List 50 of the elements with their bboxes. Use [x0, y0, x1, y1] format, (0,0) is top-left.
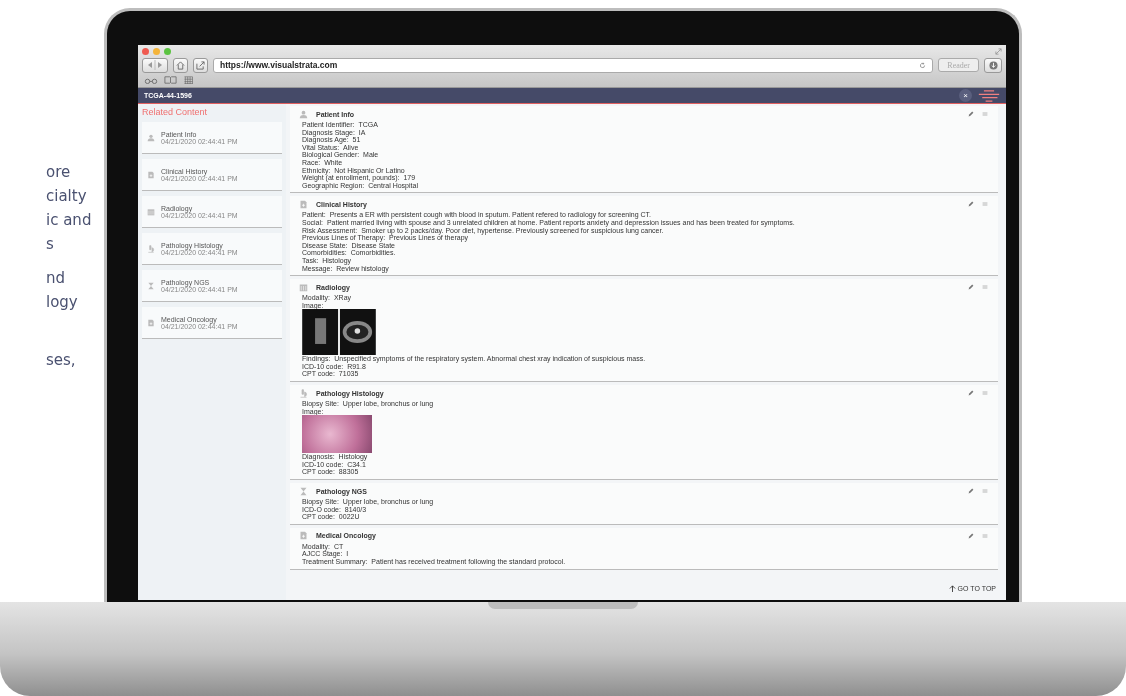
promo-text-fragment: ses,	[46, 350, 76, 371]
document-icon	[299, 531, 308, 541]
sidebar-heading: Related Content	[142, 107, 209, 117]
edit-icon[interactable]	[968, 284, 974, 291]
hourglass-icon	[299, 486, 308, 496]
promo-text-fragment: logy	[46, 292, 78, 313]
fullscreen-icon[interactable]	[995, 47, 1002, 55]
person-icon	[299, 109, 308, 119]
building-icon	[299, 282, 308, 292]
edit-icon[interactable]	[968, 532, 974, 539]
home-button[interactable]	[173, 57, 188, 73]
download-icon	[988, 60, 998, 70]
reload-icon[interactable]	[919, 61, 927, 69]
download-button[interactable]	[984, 57, 1002, 73]
edit-icon[interactable]	[968, 488, 974, 495]
promo-text-fragment: cialty	[46, 186, 87, 207]
microscope-icon	[147, 244, 155, 253]
document-icon	[299, 199, 308, 209]
address-field[interactable]: https://www.visualstrata.com	[213, 57, 934, 73]
edit-icon[interactable]	[968, 390, 974, 397]
list-icon[interactable]	[982, 284, 988, 291]
document-icon	[147, 318, 155, 327]
hourglass-icon	[147, 281, 155, 290]
list-icon[interactable]	[982, 532, 988, 539]
document-icon	[147, 170, 155, 179]
zoom-window-icon[interactable]	[164, 47, 171, 55]
building-icon	[147, 207, 155, 216]
promo-text-fragment: ore	[46, 162, 71, 183]
close-window-icon[interactable]	[142, 47, 149, 55]
minimize-window-icon[interactable]	[153, 47, 160, 55]
close-button[interactable]: ×	[959, 89, 972, 102]
edit-icon[interactable]	[968, 201, 974, 208]
book-icon[interactable]	[164, 76, 177, 84]
glasses-icon[interactable]	[144, 76, 158, 84]
list-icon[interactable]	[982, 201, 988, 208]
list-icon[interactable]	[982, 111, 988, 117]
edit-icon[interactable]	[968, 111, 974, 117]
person-icon	[147, 133, 155, 142]
menu-icon[interactable]	[978, 89, 1000, 102]
share-button[interactable]	[193, 57, 208, 73]
back-forward-button[interactable]	[142, 57, 168, 73]
promo-text-fragment: nd	[46, 268, 66, 289]
list-icon[interactable]	[982, 390, 988, 397]
tissue-image-placeholder	[302, 415, 372, 454]
promo-text-fragment: ic and	[46, 210, 92, 231]
microscope-icon	[299, 388, 308, 398]
grid-icon[interactable]	[183, 76, 194, 84]
arrow-up-icon	[948, 585, 956, 592]
list-icon[interactable]	[982, 488, 988, 495]
promo-text-fragment: s	[46, 234, 54, 255]
